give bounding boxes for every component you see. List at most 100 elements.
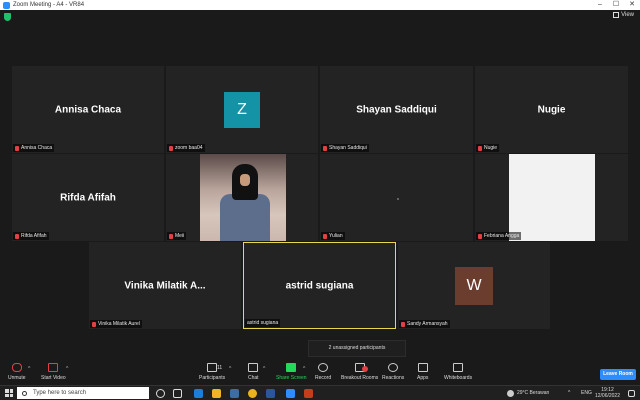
participant-display-name: Annisa Chaca [54, 104, 122, 115]
close-button[interactable]: ✕ [624, 0, 640, 10]
language-indicator[interactable]: ENG [581, 386, 592, 400]
participants-caret-icon[interactable]: ^ [229, 366, 231, 372]
participant-label: zoom baa04 [167, 144, 205, 152]
share-screen-label: Share Screen [276, 375, 307, 381]
participant-label: Vinika Milatik Aurel [90, 320, 142, 328]
title-bar: Zoom Meeting - A4 - VR84 – ☐ ✕ [0, 0, 640, 10]
leave-room-button[interactable]: Leave Room [600, 369, 636, 380]
taskbar-clock[interactable]: 19:12 12/06/2022 [595, 387, 620, 399]
breakout-rooms-button[interactable]: Breakout Rooms [341, 363, 378, 381]
meeting-top-strip: View [0, 10, 640, 24]
avatar: W [455, 266, 493, 305]
reactions-button[interactable]: Reactions [382, 363, 404, 381]
mic-muted-icon [169, 145, 173, 151]
participant-tile[interactable]: Febriana Angga [475, 154, 628, 241]
participant-display-name: Shayan Saddiqui [356, 104, 437, 115]
chat-caret-icon[interactable]: ^ [263, 366, 265, 372]
participants-count: 11 [217, 365, 223, 371]
record-button[interactable]: Record [315, 363, 331, 381]
participant-label-text: Vinika Milatik Aurel [98, 321, 140, 327]
whiteboards-label: Whiteboards [444, 375, 473, 381]
mic-muted-icon [323, 145, 327, 151]
weather-cloud-icon [507, 390, 514, 397]
breakout-badge [362, 366, 368, 372]
share-caret-icon[interactable]: ^ [303, 366, 305, 372]
meeting-toolbar: Unmute ^ Start Video ^ Participants 11 ^… [0, 361, 640, 385]
mic-muted-icon [15, 145, 19, 151]
participant-tile[interactable]: W Sandy Armansyah [398, 242, 550, 329]
participant-label-text: zoom baa04 [175, 145, 203, 151]
notification-icon[interactable] [628, 390, 635, 397]
window-title: Zoom Meeting - A4 - VR84 [13, 2, 85, 8]
participant-tile[interactable]: Vinika Milatik A... Vinika Milatik Aurel [89, 242, 241, 329]
microphone-muted-icon [11, 363, 22, 372]
participant-tile[interactable]: Yulian [320, 154, 473, 241]
participant-tile[interactable]: Z zoom baa04 [166, 66, 318, 153]
unassigned-participants-notice[interactable]: 2 unassigned participants [308, 340, 406, 357]
zoom-taskbar-icon[interactable] [286, 389, 295, 398]
powerpoint-icon[interactable] [304, 389, 313, 398]
edge-icon[interactable] [194, 389, 203, 398]
view-label: View [621, 12, 634, 18]
cortana-icon[interactable] [156, 389, 165, 398]
participant-tile[interactable]: Shayan Saddiqui Shayan Saddiqui [320, 66, 473, 153]
chat-icon [248, 363, 259, 372]
search-placeholder: Type here to search [33, 390, 87, 396]
tray-chevron-icon[interactable]: ^ [568, 386, 570, 400]
participant-label: astrid sugiana [245, 319, 281, 327]
share-screen-button[interactable]: Share Screen [276, 363, 307, 381]
windows-start-icon[interactable] [5, 389, 13, 397]
task-view-icon[interactable] [173, 389, 182, 398]
participant-label-text: Febriana Angga [484, 233, 520, 239]
unmute-button[interactable]: Unmute [8, 363, 26, 381]
apps-button[interactable]: Apps [417, 363, 428, 381]
participants-label: Participants [199, 375, 226, 381]
participant-display-name: Vinika Milatik A... [124, 280, 206, 291]
weather-text[interactable]: 29°C Berawan [517, 386, 549, 400]
camera-off-icon [48, 363, 59, 372]
taskbar-search-box[interactable]: Type here to search [17, 387, 149, 399]
windows-taskbar: Type here to search 29°C Berawan ^ ENG 1… [0, 385, 640, 400]
participant-display-name: astrid sugiana [285, 280, 354, 291]
mic-muted-icon [169, 233, 173, 239]
mic-muted-icon [15, 233, 19, 239]
participant-label: Febriana Angga [476, 232, 522, 240]
chrome-icon[interactable] [248, 389, 257, 398]
participant-video [509, 154, 595, 241]
clock-date: 12/06/2022 [594, 393, 620, 399]
word-icon[interactable] [266, 389, 275, 398]
reactions-label: Reactions [382, 375, 405, 381]
participant-label: Nugie [476, 144, 500, 152]
participant-tile[interactable]: Rifda Afifah Rifda Afifah [12, 154, 164, 241]
view-button[interactable]: View [613, 12, 634, 18]
share-screen-icon [286, 363, 297, 372]
participant-tile[interactable]: Meii [166, 154, 318, 241]
security-shield-icon[interactable] [4, 13, 11, 21]
search-icon [22, 390, 27, 396]
audio-options-caret-icon[interactable]: ^ [28, 366, 30, 372]
participant-label: Sandy Armansyah [399, 320, 450, 328]
participant-display-name: Nugie [537, 104, 566, 115]
unmute-label: Unmute [8, 375, 26, 381]
participant-tile[interactable]: Nugie Nugie [475, 66, 628, 153]
active-speaker-tile[interactable]: astrid sugiana astrid sugiana [243, 242, 396, 329]
participant-label: Shayan Saddiqui [321, 144, 369, 152]
chat-label: Chat [248, 375, 259, 381]
participant-label-text: Nugie [484, 145, 498, 151]
whiteboards-button[interactable]: Whiteboards [444, 363, 472, 381]
store-icon[interactable] [230, 389, 239, 398]
video-options-caret-icon[interactable]: ^ [66, 366, 68, 372]
participant-tile[interactable]: Annisa Chaca Annisa Chaca [12, 66, 164, 153]
window-controls: – ☐ ✕ [592, 0, 640, 10]
minimize-button[interactable]: – [592, 0, 608, 10]
start-video-button[interactable]: Start Video [41, 363, 66, 381]
whiteboard-icon [453, 363, 464, 372]
loading-dot [396, 197, 399, 200]
file-explorer-icon[interactable] [212, 389, 221, 398]
participant-label-text: Annisa Chaca [21, 145, 53, 151]
participant-label-text: Rifda Afifah [21, 233, 47, 239]
video-person-body [220, 194, 270, 241]
maximize-button[interactable]: ☐ [608, 0, 624, 10]
apps-label: Apps [417, 375, 429, 381]
chat-button[interactable]: Chat [248, 363, 259, 381]
